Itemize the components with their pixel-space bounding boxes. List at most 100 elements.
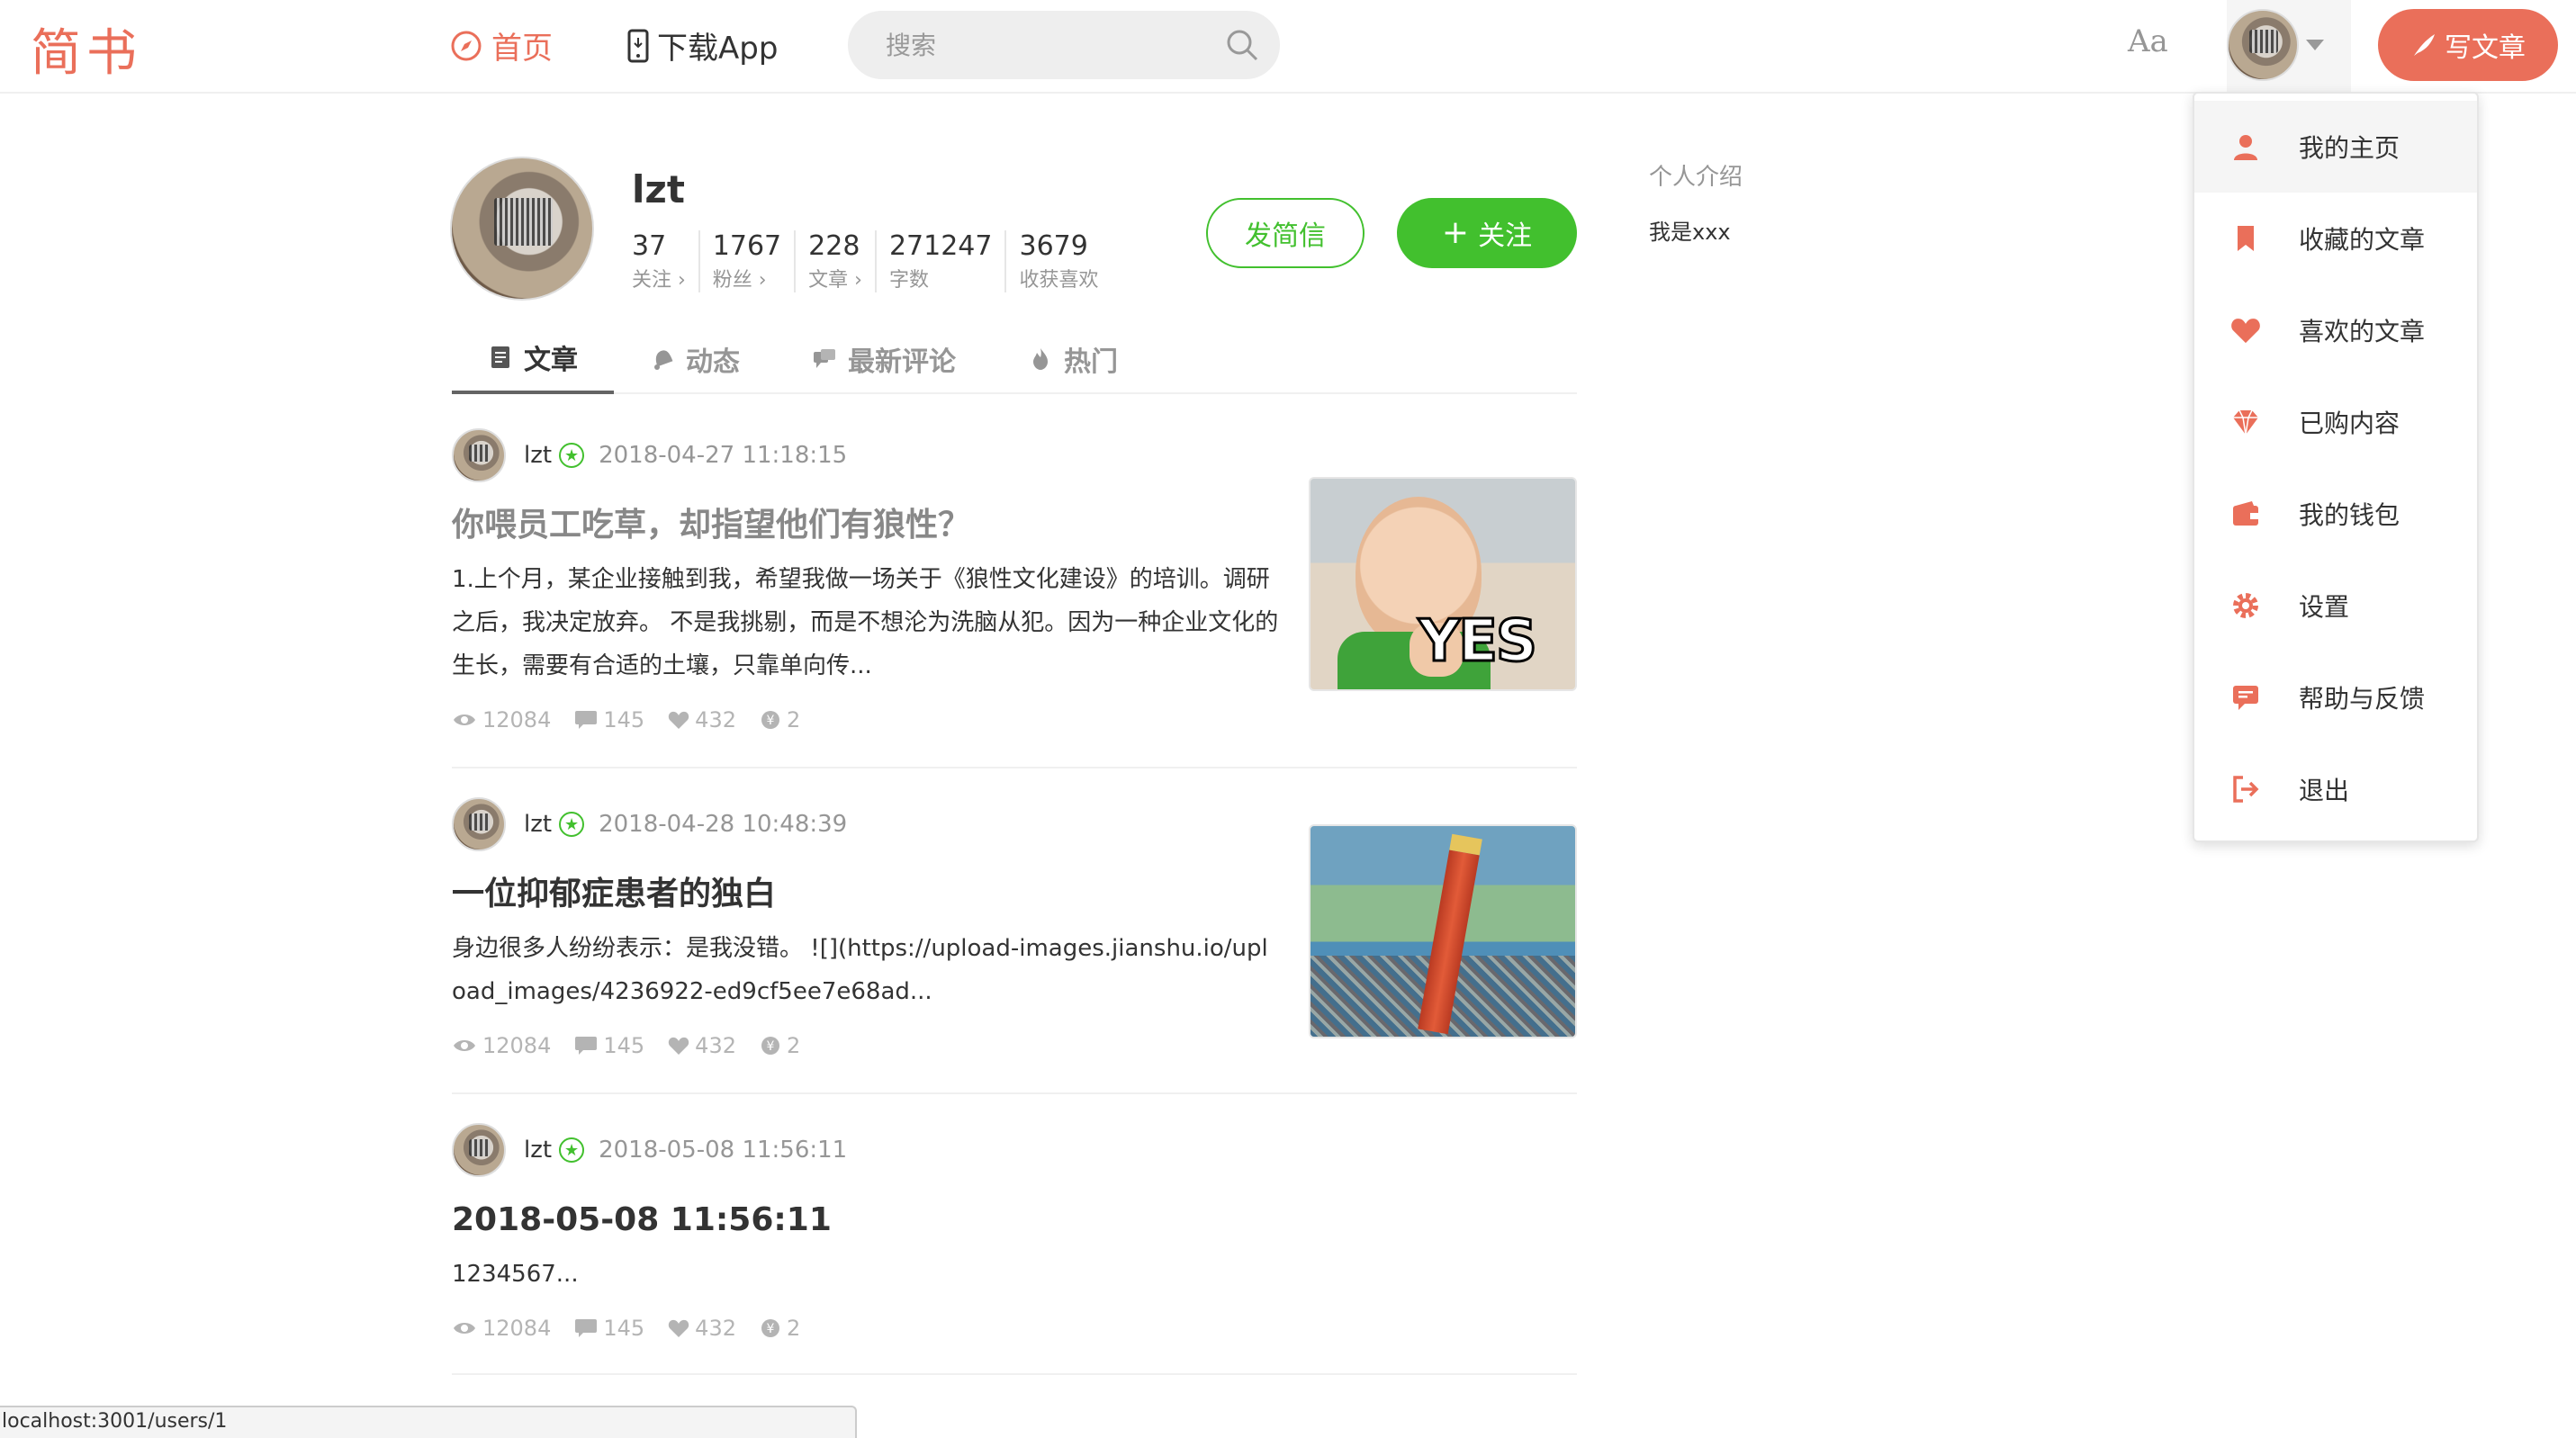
menu-item-liked[interactable]: 喜欢的文章 (2194, 284, 2477, 376)
author-avatar[interactable] (452, 428, 506, 482)
author-name[interactable]: lzt (524, 1137, 552, 1164)
svg-text:¥: ¥ (767, 1322, 775, 1336)
site-logo[interactable]: 简书 (31, 13, 142, 85)
eye-icon (454, 715, 475, 725)
bookmark-icon (2230, 223, 2261, 254)
rewards-count: ¥2 (760, 1033, 800, 1058)
feather-icon (2414, 34, 2435, 56)
comment-icon (575, 1037, 598, 1055)
menu-item-my-homepage[interactable]: 我的主页 (2194, 101, 2477, 193)
follow-label: 关注 (1478, 220, 1533, 252)
stat-label: 关注 › (632, 269, 686, 292)
profile-avatar[interactable] (450, 157, 594, 301)
verified-star-icon: ★ (559, 812, 585, 837)
tab-activity[interactable]: 动态 (614, 324, 776, 394)
heart-icon (668, 1319, 689, 1337)
bell-icon (654, 350, 673, 370)
intro-text: 我是xxx (1649, 220, 1731, 245)
article-title[interactable]: 2018-05-08 11:56:11 (452, 1199, 1577, 1242)
author-avatar[interactable] (452, 797, 506, 851)
stat-value: 1767 (712, 230, 782, 262)
likes-count: 432 (668, 1033, 736, 1058)
stat-value: 3679 (1019, 230, 1088, 262)
stat-articles[interactable]: 228 文章 › (808, 230, 877, 292)
svg-text:¥: ¥ (767, 714, 775, 728)
write-article-label: 写文章 (2445, 32, 2526, 64)
menu-item-label: 已购内容 (2299, 409, 2400, 438)
stat-value: 37 (632, 230, 667, 262)
comments-count[interactable]: 145 (574, 1033, 644, 1058)
publish-time: 2018-04-28 10:48:39 (599, 811, 848, 838)
phone-icon (627, 29, 649, 62)
menu-item-label: 我的钱包 (2299, 500, 2400, 530)
logout-icon (2230, 774, 2261, 804)
stat-likes: 3679 收获喜欢 (1019, 230, 1111, 292)
article-stats: 12084 145 432 ¥2 (452, 1316, 1577, 1341)
views-count: 12084 (452, 1316, 551, 1341)
search-icon[interactable] (1220, 23, 1264, 67)
menu-item-label: 收藏的文章 (2299, 225, 2426, 255)
font-toggle-button[interactable]: Aa (2128, 23, 2168, 59)
user-icon (2230, 131, 2261, 162)
stat-followers[interactable]: 1767 粉丝 › (712, 230, 797, 292)
nav-download-label: 下载App (657, 31, 779, 67)
comments-count[interactable]: 145 (574, 1316, 644, 1341)
author-avatar[interactable] (452, 1123, 506, 1177)
tab-trending[interactable]: 热门 (992, 324, 1154, 394)
menu-item-label: 喜欢的文章 (2299, 317, 2426, 346)
menu-item-purchased[interactable]: 已购内容 (2194, 376, 2477, 468)
search-input[interactable] (886, 13, 1210, 77)
menu-item-settings[interactable]: 设置 (2194, 560, 2477, 652)
coin-icon: ¥ (761, 1319, 779, 1337)
nav-download-link[interactable]: 下载App (626, 23, 778, 67)
author-name[interactable]: lzt (524, 442, 552, 469)
follow-button[interactable]: + 关注 (1397, 198, 1577, 268)
write-article-button[interactable]: 写文章 (2378, 9, 2558, 81)
chevron-down-icon (2306, 40, 2324, 50)
tab-articles[interactable]: 文章 (452, 324, 614, 394)
thumbnail-caption: YES (1417, 607, 1538, 677)
article-thumbnail[interactable] (1309, 824, 1577, 1038)
top-navbar: 简书 首页 下载App Aa 写文章 (0, 0, 2576, 94)
browser-status-url: localhost:3001/users/1 (0, 1406, 857, 1438)
fire-icon (1033, 348, 1048, 370)
menu-item-label: 我的主页 (2299, 133, 2400, 163)
likes-count: 432 (668, 1316, 736, 1341)
wallet-icon (2230, 499, 2261, 529)
compass-icon (451, 31, 482, 60)
article-abstract: 1.上个月，某企业接触到我，希望我做一场关于《狼性文化建设》的培训。调研之后，我… (452, 566, 1279, 679)
stat-value: 271247 (888, 230, 993, 262)
author-name[interactable]: lzt (524, 811, 552, 838)
article-stats: 12084 145 432 ¥2 (452, 707, 1577, 732)
eye-icon (454, 1323, 475, 1334)
stat-words: 271247 字数 (889, 230, 1007, 292)
profile-name[interactable]: lzt (632, 167, 685, 211)
tab-label: 文章 (524, 345, 578, 376)
stat-following[interactable]: 37 关注 › (632, 230, 700, 292)
tab-latest-comments[interactable]: 最新评论 (776, 324, 992, 394)
plus-icon: + (1441, 214, 1470, 251)
nav-home-link[interactable]: 首页 (450, 23, 553, 67)
article-item: lzt ★ 2018-05-08 11:56:11 2018-05-08 11:… (452, 1121, 1577, 1375)
comments-icon (814, 349, 835, 368)
search-box (848, 11, 1280, 79)
article-thumbnail[interactable]: YES (1309, 477, 1577, 691)
menu-item-logout[interactable]: 退出 (2194, 743, 2477, 835)
publish-time: 2018-05-08 11:56:11 (599, 1137, 848, 1164)
stat-label: 粉丝 › (712, 269, 767, 292)
user-dropdown-menu: 我的主页 收藏的文章 喜欢的文章 已购内容 我的钱包 设置 帮助与反馈 退出 (2193, 92, 2479, 842)
svg-text:¥: ¥ (767, 1039, 775, 1054)
menu-item-help-feedback[interactable]: 帮助与反馈 (2194, 652, 2477, 743)
menu-item-bookmarks[interactable]: 收藏的文章 (2194, 193, 2477, 284)
article-meta: lzt ★ 2018-05-08 11:56:11 (452, 1121, 1577, 1179)
profile-tabs: 文章 动态 最新评论 热门 (452, 324, 1577, 394)
views-count: 12084 (452, 1033, 551, 1058)
comments-count[interactable]: 145 (574, 707, 644, 732)
gear-icon (2230, 590, 2261, 621)
publish-time: 2018-04-27 11:18:15 (599, 442, 848, 469)
send-message-button[interactable]: 发简信 (1206, 198, 1365, 268)
menu-item-wallet[interactable]: 我的钱包 (2194, 468, 2477, 560)
user-menu-trigger[interactable] (2227, 0, 2351, 94)
views-count: 12084 (452, 707, 551, 732)
menu-item-label: 帮助与反馈 (2299, 684, 2426, 714)
